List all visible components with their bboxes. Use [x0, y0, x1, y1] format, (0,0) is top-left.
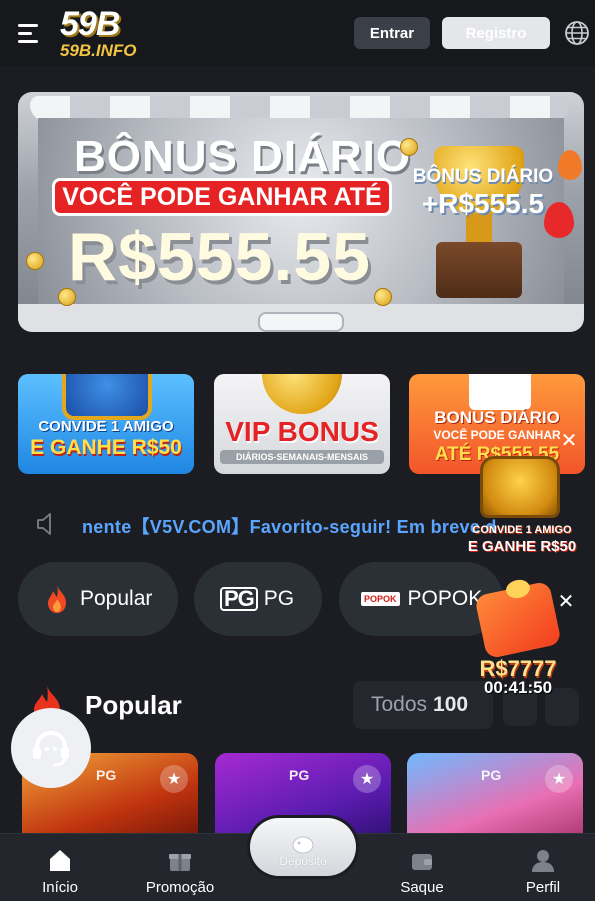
calendar-icon: [469, 374, 531, 410]
popok-logo-icon: POPOK: [361, 592, 400, 606]
flame-icon: [48, 585, 66, 613]
logo-main-text: 59B: [60, 5, 120, 43]
coin-icon: [374, 288, 392, 306]
widget-line2: E GANHE R$50: [467, 538, 577, 555]
deposit-button[interactable]: Depósito: [250, 818, 356, 876]
category-label: PG: [263, 587, 295, 610]
balloon-icon: [544, 202, 574, 238]
nav-label: Promoção: [145, 879, 215, 896]
hero-pager-pill[interactable]: [258, 312, 344, 332]
promo-line1: CONVIDE 1 AMIGO: [38, 418, 174, 435]
provider-label: PG: [96, 767, 117, 783]
floating-invite-widget[interactable]: CONVIDE 1 AMIGO E GANHE R$50: [466, 452, 578, 556]
filter-label: Todos: [371, 693, 428, 716]
category-popular[interactable]: Popular: [18, 562, 178, 636]
register-button[interactable]: Registro: [442, 17, 550, 49]
close-icon[interactable]: ✕: [556, 592, 576, 612]
pg-logo-icon: PG: [220, 587, 258, 611]
category-label: Popular: [80, 587, 153, 610]
favorite-star-icon[interactable]: ★: [545, 765, 573, 793]
user-icon: [532, 850, 554, 872]
section-title: Popular: [85, 690, 182, 720]
app-page: 59B 59B.INFO Entrar Registro BÔNUS DIÁRI…: [0, 0, 595, 901]
deposit-label: Depósito: [279, 854, 327, 868]
wallet-icon: [412, 854, 432, 870]
hero-banner[interactable]: BÔNUS DIÁRIO VOCÊ PODE GANHAR ATÉ R$555.…: [18, 92, 584, 332]
promo-line1: VIP BONUS: [225, 416, 379, 447]
menu-icon[interactable]: [18, 19, 46, 47]
promo-line1: BONUS DIÁRIO: [434, 408, 560, 427]
floating-gift-widget[interactable]: ✕ R$7777 00:41:50: [458, 574, 578, 704]
piggy-bank-icon: [292, 836, 314, 854]
favorite-star-icon[interactable]: ★: [160, 765, 188, 793]
hero-ribbon: VOCÊ PODE GANHAR ATÉ: [52, 178, 392, 216]
provider-label: PG: [481, 767, 502, 783]
gift-icon: [169, 854, 191, 871]
coin-icon: [58, 288, 76, 306]
promo-line2: E GANHE R$50: [30, 436, 182, 459]
widget-line1: CONVIDE 1 AMIGO: [472, 524, 572, 536]
nav-promo[interactable]: Promoção: [130, 834, 230, 901]
balloon-icon: [558, 150, 582, 180]
category-pg[interactable]: PG PG: [194, 562, 322, 636]
coin-icon: [26, 252, 44, 270]
top-header: 59B 59B.INFO Entrar Registro: [0, 0, 595, 66]
promo-line2: DIÁRIOS-SEMANAIS-MENSAIS: [220, 450, 384, 464]
globe-icon[interactable]: [564, 20, 590, 46]
trophy-icon: [262, 374, 342, 414]
coin-icon: [400, 138, 418, 156]
trophy-title: BÔNUS DIÁRIO: [412, 166, 554, 187]
headset-icon: [33, 730, 69, 767]
gift-countdown: 00:41:50: [483, 678, 553, 697]
login-button[interactable]: Entrar: [354, 17, 430, 49]
nav-home[interactable]: Início: [10, 834, 110, 901]
hero-title: BÔNUS DIÁRIO: [74, 132, 412, 181]
promo-card-invite[interactable]: CONVIDE 1 AMIGO E GANHE R$50: [18, 374, 194, 474]
home-icon: [50, 850, 70, 871]
hero-amount: R$555.55: [68, 219, 371, 295]
nav-label: Início: [42, 879, 78, 896]
trophy-amount: +R$555.5: [421, 188, 545, 219]
speaker-icon: [37, 513, 51, 535]
treasure-chest-icon: [62, 374, 152, 420]
provider-label: PG: [289, 767, 310, 783]
nav-label: Saque: [400, 879, 444, 896]
site-logo[interactable]: 59B 59B.INFO: [60, 7, 137, 59]
logo-sub-text: 59B.INFO: [60, 41, 137, 60]
game-card[interactable]: PG ★: [407, 753, 583, 843]
treasure-chest-icon: [480, 456, 560, 518]
support-headset-button[interactable]: [11, 708, 91, 788]
nav-withdraw[interactable]: Saque: [372, 834, 472, 901]
favorite-star-icon[interactable]: ★: [353, 765, 381, 793]
nav-profile[interactable]: Perfil: [493, 834, 593, 901]
nav-label: Perfil: [525, 879, 561, 896]
close-icon[interactable]: ✕: [558, 430, 580, 452]
promo-card-vip[interactable]: VIP BONUS DIÁRIOS-SEMANAIS-MENSAIS: [214, 374, 390, 474]
